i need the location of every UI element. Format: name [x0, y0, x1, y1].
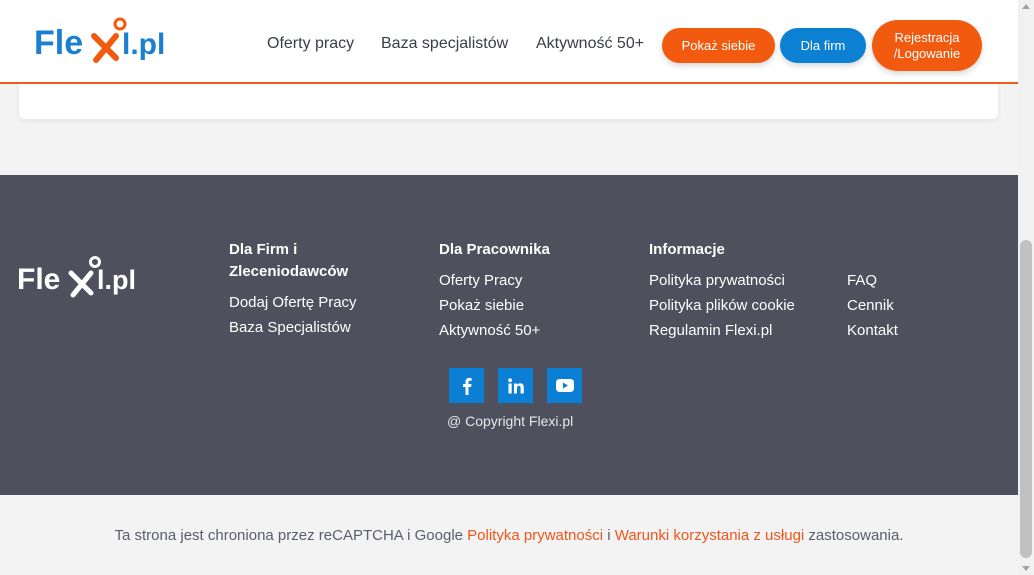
- google-privacy-link[interactable]: Polityka prywatności: [467, 527, 603, 544]
- footer-col-more: FAQ Cennik Kontakt: [847, 239, 898, 343]
- footer-col-info: Informacje Polityka prywatności Polityka…: [649, 239, 795, 343]
- footer-link-show-yourself[interactable]: Pokaż siebie: [439, 293, 550, 318]
- footer-col-companies: Dla Firm i Zleceniodawców Dodaj Ofertę P…: [229, 239, 399, 340]
- nav-specialists-base[interactable]: Baza specjalistów: [381, 35, 508, 53]
- footer-link-faq[interactable]: FAQ: [847, 268, 898, 293]
- register-label-line1: Rejestracja: [894, 29, 960, 45]
- site-footer: Fle l.pl Dla Firm i Zleceniodawców Dodaj…: [0, 175, 1018, 495]
- footer-link-job-offers[interactable]: Oferty Pracy: [439, 268, 550, 293]
- recaptcha-suffix: zastosowania.: [804, 526, 904, 544]
- scroll-up-arrow-icon[interactable]: [1022, 4, 1030, 9]
- footer-heading-companies: Dla Firm i Zleceniodawców: [229, 241, 349, 280]
- footer-link-add-offer[interactable]: Dodaj Ofertę Pracy: [229, 290, 399, 315]
- svg-text:Fle: Fle: [34, 24, 83, 62]
- footer-heading-employee: Dla Pracownika: [439, 241, 550, 258]
- google-terms-link[interactable]: Warunki korzystania z usługi: [615, 527, 805, 544]
- recaptcha-notice: Ta strona jest chroniona przez reCAPTCHA…: [0, 495, 1018, 575]
- footer-link-cookies[interactable]: Polityka plików cookie: [649, 293, 795, 318]
- copyright-text: @ Copyright Flexi.pl: [447, 413, 574, 429]
- linkedin-glyph: [507, 377, 524, 393]
- footer-heading-info: Informacje: [649, 241, 725, 258]
- linkedin-icon[interactable]: [498, 368, 533, 403]
- site-header: Fle l.pl Oferty pracy Baza specjalistów …: [0, 0, 1018, 84]
- svg-text:l.pl: l.pl: [97, 265, 136, 295]
- facebook-icon[interactable]: [449, 368, 484, 403]
- footer-logo[interactable]: Fle l.pl: [17, 253, 157, 303]
- register-login-label: Rejestracja /Logowanie: [894, 30, 961, 61]
- youtube-icon[interactable]: [547, 368, 582, 403]
- register-label-line2: /Logowanie: [893, 45, 961, 61]
- nav-job-offers[interactable]: Oferty pracy: [267, 35, 354, 53]
- footer-col-employee: Dla Pracownika Oferty Pracy Pokaż siebie…: [439, 239, 550, 343]
- youtube-glyph: [555, 379, 574, 392]
- footer-link-contact[interactable]: Kontakt: [847, 318, 898, 343]
- footer-link-specialists[interactable]: Baza Specjalistów: [229, 315, 399, 340]
- register-login-button[interactable]: Rejestracja /Logowanie: [872, 20, 982, 71]
- footer-link-terms[interactable]: Regulamin Flexi.pl: [649, 318, 795, 343]
- for-companies-button[interactable]: Dla firm: [780, 28, 866, 63]
- facebook-glyph: [462, 377, 472, 395]
- footer-link-privacy[interactable]: Polityka prywatności: [649, 268, 795, 293]
- page-scrollbar[interactable]: [1018, 0, 1034, 575]
- recaptcha-separator: i: [603, 526, 615, 544]
- footer-link-pricing[interactable]: Cennik: [847, 293, 898, 318]
- recaptcha-prefix: Ta strona jest chroniona przez reCAPTCHA…: [114, 526, 468, 544]
- nav-activity-50[interactable]: Aktywność 50+: [536, 35, 644, 53]
- for-companies-label: Dla firm: [800, 37, 846, 53]
- footer-heading-more: [847, 239, 898, 261]
- social-links: [449, 368, 582, 403]
- svg-text:l.pl: l.pl: [122, 28, 165, 61]
- scroll-down-arrow-icon[interactable]: [1022, 566, 1030, 571]
- svg-text:Fle: Fle: [17, 263, 60, 296]
- footer-link-activity-50[interactable]: Aktywność 50+: [439, 318, 550, 343]
- footer-logo-graphic: Fle l.pl: [17, 256, 136, 298]
- show-yourself-label: Pokaż siebie: [681, 37, 756, 53]
- scroll-thumb[interactable]: [1020, 240, 1032, 558]
- flexi-logo[interactable]: Fle l.pl: [34, 14, 184, 68]
- show-yourself-button[interactable]: Pokaż siebie: [662, 28, 775, 63]
- flexi-logo-graphic: Fle l.pl: [34, 17, 165, 63]
